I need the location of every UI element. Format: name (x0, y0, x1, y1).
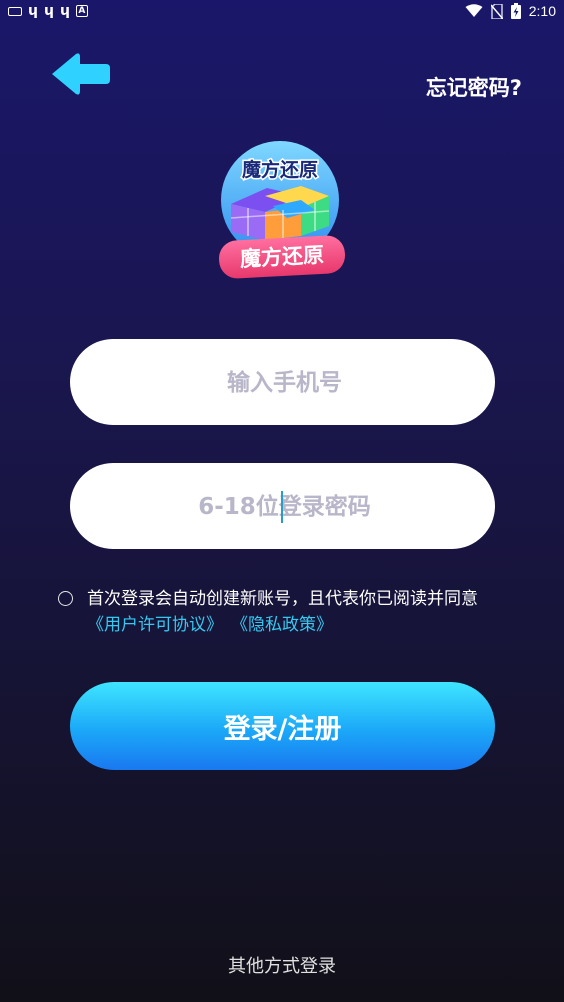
battery-charging-icon (510, 3, 521, 19)
status-time: 2:10 (528, 3, 556, 19)
privacy-policy-link[interactable]: 《隐私政策》 (231, 615, 333, 635)
logo-badge-text: 魔方还原 (239, 243, 324, 271)
agreement-radio[interactable] (58, 591, 73, 606)
app-icon: ɥ (59, 3, 70, 19)
text-cursor (281, 491, 283, 523)
status-right-icons: 2:10 (465, 3, 556, 19)
back-arrow-icon[interactable] (50, 52, 112, 96)
agreement-links: 《用户许可协议》 《隐私政策》 (87, 614, 333, 636)
forgot-password-link[interactable]: 忘记密码? (426, 72, 522, 102)
password-input[interactable] (70, 463, 499, 551)
status-bar: ɥ ɥ ɥ A 2:10 (0, 0, 564, 24)
app-icon: ɥ (43, 3, 54, 19)
app-logo: 魔方还原 魔方还原 (219, 141, 345, 279)
no-sim-icon (490, 3, 503, 19)
wifi-icon (465, 4, 483, 17)
phone-input[interactable] (70, 339, 499, 427)
other-login-methods-link[interactable]: 其他方式登录 (0, 952, 564, 978)
user-agreement-link[interactable]: 《用户许可协议》 (87, 615, 223, 635)
phone-field[interactable] (70, 339, 499, 427)
status-left-icons: ɥ ɥ ɥ A (8, 3, 88, 19)
keyboard-icon (8, 6, 22, 16)
app-icon: ɥ (28, 3, 38, 19)
agreement-text: 首次登录会自动创建新账号，且代表你已阅读并同意 (87, 589, 478, 609)
a-box-icon: A (75, 5, 88, 17)
login-register-button[interactable]: 登录/注册 (70, 682, 495, 770)
logo-title-text: 魔方还原 (242, 158, 318, 181)
